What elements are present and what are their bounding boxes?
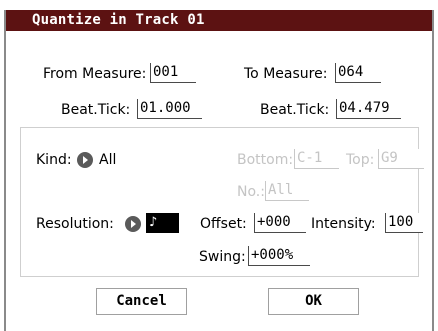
intensity-label: Intensity: — [311, 216, 376, 232]
to-measure-field[interactable]: 064 — [335, 63, 381, 83]
dialog-title: Quantize in Track 01 — [32, 12, 205, 28]
bottom-field[interactable]: C-1 — [294, 149, 339, 169]
number-field[interactable]: All — [265, 181, 309, 201]
top-label: Top: — [346, 152, 375, 168]
resolution-popup-icon[interactable] — [125, 216, 141, 232]
offset-field[interactable]: +000 — [254, 213, 306, 233]
from-beat-tick-label: Beat.Tick: — [61, 102, 131, 118]
to-beat-tick-field[interactable]: 04.479 — [336, 99, 401, 119]
swing-label: Swing: — [199, 249, 246, 265]
bottom-label: Bottom: — [237, 152, 294, 168]
kind-popup-icon[interactable] — [77, 152, 93, 168]
dialog-titlebar: Quantize in Track 01 — [6, 10, 432, 31]
kind-label: Kind: — [36, 152, 72, 168]
to-beat-tick-label: Beat.Tick: — [260, 102, 330, 118]
number-label: No.: — [237, 184, 265, 200]
ok-button[interactable]: OK — [268, 288, 359, 315]
swing-field[interactable]: +000% — [248, 246, 310, 266]
to-measure-label: To Measure: — [244, 66, 328, 82]
from-measure-field[interactable]: 001 — [150, 63, 196, 83]
top-field[interactable]: G9 — [378, 149, 424, 169]
kind-value[interactable]: All — [99, 151, 116, 169]
from-beat-tick-field[interactable]: 01.000 — [137, 99, 202, 119]
intensity-field[interactable]: 100 — [385, 213, 423, 233]
resolution-label: Resolution: — [36, 216, 114, 232]
cancel-button[interactable]: Cancel — [96, 288, 187, 315]
from-measure-label: From Measure: — [43, 66, 147, 82]
offset-label: Offset: — [200, 216, 247, 232]
resolution-note-field[interactable]: ♪ — [146, 213, 179, 233]
